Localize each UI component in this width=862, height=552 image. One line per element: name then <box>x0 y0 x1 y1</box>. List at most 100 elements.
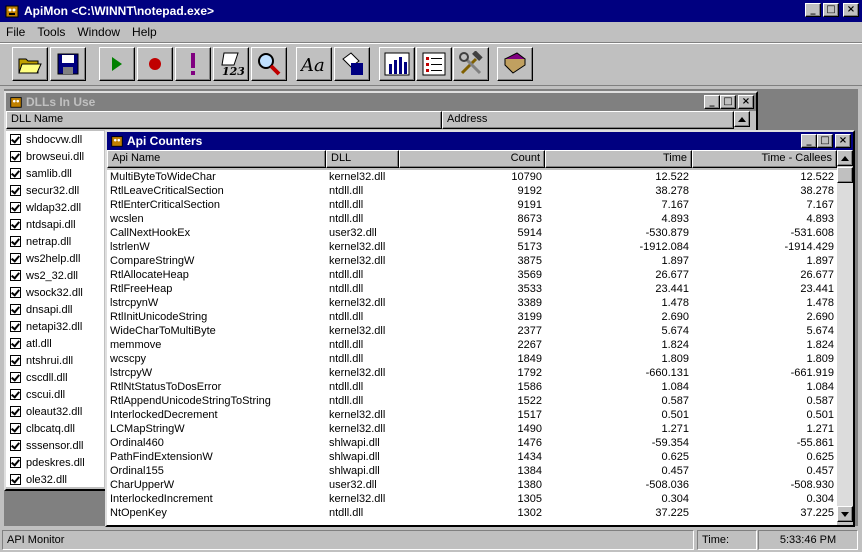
api-minimize-button[interactable]: _ <box>801 134 817 148</box>
table-row[interactable]: InterlockedIncrement kernel32.dll 1305 0.30… <box>107 493 837 507</box>
scroll-down-button[interactable] <box>837 506 853 522</box>
table-row[interactable]: CallNextHookEx user32.dll 5914 -530.879 -531… <box>107 227 837 241</box>
api-close-button[interactable]: × <box>835 134 851 148</box>
dll-checkbox[interactable] <box>10 406 21 417</box>
dll-checkbox[interactable] <box>10 270 21 281</box>
run-button[interactable] <box>99 47 135 81</box>
dll-list-item[interactable]: secur32.dll <box>6 182 104 199</box>
api-maximize-button[interactable]: □ <box>817 134 833 148</box>
list-button[interactable] <box>416 47 452 81</box>
dll-checkbox[interactable] <box>10 253 21 264</box>
dll-list-item[interactable]: pdeskres.dll <box>6 454 104 471</box>
table-row[interactable]: lstrcpyW kernel32.dll 1792 -660.131 -661.919 <box>107 367 837 381</box>
table-row[interactable]: NtOpenKey ntdll.dll 1302 37.225 37.225 <box>107 507 837 521</box>
scroll-track[interactable] <box>837 183 853 506</box>
table-row[interactable]: lstrcpynW kernel32.dll 3389 1.478 1.478 <box>107 297 837 311</box>
main-title-bar[interactable]: ApiMon <C:\WINNT\notepad.exe> _ □ × <box>0 0 862 22</box>
scroll-thumb[interactable] <box>837 167 853 183</box>
col-address[interactable]: Address <box>442 111 734 129</box>
dll-checkbox[interactable] <box>10 287 21 298</box>
menu-file[interactable]: File <box>6 25 25 39</box>
col-dll[interactable]: DLL <box>326 150 399 168</box>
dll-list-item[interactable]: oleaut32.dll <box>6 403 104 420</box>
table-row[interactable]: LCMapStringW kernel32.dll 1490 1.271 1.271 <box>107 423 837 437</box>
col-dll-name[interactable]: DLL Name <box>6 111 442 129</box>
api-counters-window[interactable]: Api Counters _ □ × Api Name DLL Count Ti… <box>105 130 855 527</box>
dlls-scroll-up-button[interactable] <box>734 111 750 127</box>
book-button[interactable] <box>497 47 533 81</box>
dll-checkbox[interactable] <box>10 457 21 468</box>
table-row[interactable]: memmove ntdll.dll 2267 1.824 1.824 <box>107 339 837 353</box>
save-button[interactable] <box>50 47 86 81</box>
minimize-button[interactable]: _ <box>805 3 821 17</box>
table-row[interactable]: PathFindExtensionW shlwapi.dll 1434 0.625 0.… <box>107 451 837 465</box>
table-row[interactable]: CompareStringW kernel32.dll 3875 1.897 1.897 <box>107 255 837 269</box>
dll-checkbox[interactable] <box>10 168 21 179</box>
dll-list-item[interactable]: samlib.dll <box>6 165 104 182</box>
counter-button[interactable]: 123 <box>213 47 249 81</box>
table-row[interactable]: RtlAllocateHeap ntdll.dll 3569 26.677 26.677 <box>107 269 837 283</box>
maximize-button[interactable]: □ <box>823 3 839 17</box>
dll-checkbox[interactable] <box>10 355 21 366</box>
col-count[interactable]: Count <box>399 150 545 168</box>
table-row[interactable]: RtlInitUnicodeString ntdll.dll 3199 2.690 2.… <box>107 311 837 325</box>
dll-list-item[interactable]: ws2_32.dll <box>6 267 104 284</box>
dll-checkbox[interactable] <box>10 304 21 315</box>
font-button[interactable]: Aa <box>296 47 332 81</box>
col-time-callees[interactable]: Time - Callees <box>692 150 837 168</box>
dll-list-item[interactable]: ntdsapi.dll <box>6 216 104 233</box>
menu-tools[interactable]: Tools <box>37 25 65 39</box>
api-title-bar[interactable]: Api Counters _ □ × <box>107 132 853 150</box>
dlls-title-bar[interactable]: DLLs In Use _ □ × <box>6 93 756 111</box>
table-row[interactable]: RtlNtStatusToDosError ntdll.dll 1586 1.084 1… <box>107 381 837 395</box>
dll-list-item[interactable]: atl.dll <box>6 335 104 352</box>
table-row[interactable]: RtlLeaveCriticalSection ntdll.dll 9192 38.2… <box>107 185 837 199</box>
open-button[interactable] <box>12 47 48 81</box>
dll-checkbox[interactable] <box>10 321 21 332</box>
col-time[interactable]: Time <box>545 150 692 168</box>
dll-list-item[interactable]: netrap.dll <box>6 233 104 250</box>
col-api-name[interactable]: Api Name <box>107 150 326 168</box>
dll-list-item[interactable]: clbcatq.dll <box>6 420 104 437</box>
dll-checkbox[interactable] <box>10 389 21 400</box>
dll-checkbox[interactable] <box>10 236 21 247</box>
close-button[interactable]: × <box>843 3 859 17</box>
record-button[interactable] <box>137 47 173 81</box>
dlls-close-button[interactable]: × <box>738 95 754 109</box>
paint-button[interactable] <box>334 47 370 81</box>
table-row[interactable]: RtlEnterCriticalSection ntdll.dll 9191 7.16… <box>107 199 837 213</box>
dlls-maximize-button[interactable]: □ <box>720 95 736 109</box>
dll-list-item[interactable]: wsock32.dll <box>6 284 104 301</box>
dll-checkbox[interactable] <box>10 372 21 383</box>
menu-help[interactable]: Help <box>132 25 157 39</box>
table-row[interactable]: lstrlenW kernel32.dll 5173 -1912.084 -1914.4… <box>107 241 837 255</box>
dll-list-item[interactable]: dnsapi.dll <box>6 301 104 318</box>
dll-checkbox[interactable] <box>10 151 21 162</box>
table-row[interactable]: CharUpperW user32.dll 1380 -508.036 -508.930 <box>107 479 837 493</box>
dll-checkbox[interactable] <box>10 474 21 485</box>
dll-checkbox[interactable] <box>10 338 21 349</box>
dll-checkbox[interactable] <box>10 219 21 230</box>
dll-list-item[interactable]: browseui.dll <box>6 148 104 165</box>
tools-button[interactable] <box>453 47 489 81</box>
dll-checkbox[interactable] <box>10 202 21 213</box>
table-row[interactable]: MultiByteToWideChar kernel32.dll 10790 12.5… <box>107 171 837 185</box>
table-row[interactable]: WideCharToMultiByte kernel32.dll 2377 5.674… <box>107 325 837 339</box>
dll-list-item[interactable]: shdocvw.dll <box>6 131 104 148</box>
dll-list-item[interactable]: ole32.dll <box>6 471 104 488</box>
dll-list-item[interactable]: netapi32.dll <box>6 318 104 335</box>
table-row[interactable]: Ordinal460 shlwapi.dll 1476 -59.354 -55.861 <box>107 437 837 451</box>
table-row[interactable]: wcslen ntdll.dll 8673 4.893 4.893 <box>107 213 837 227</box>
dll-list-item[interactable]: wldap32.dll <box>6 199 104 216</box>
table-row[interactable]: RtlFreeHeap ntdll.dll 3533 23.441 23.441 <box>107 283 837 297</box>
dlls-minimize-button[interactable]: _ <box>704 95 720 109</box>
dll-list-item[interactable]: sssensor.dll <box>6 437 104 454</box>
dll-checkbox[interactable] <box>10 423 21 434</box>
dll-list-item[interactable]: ntshrui.dll <box>6 352 104 369</box>
menu-window[interactable]: Window <box>77 25 120 39</box>
graph-button[interactable] <box>379 47 415 81</box>
dll-list-item[interactable]: cscdll.dll <box>6 369 104 386</box>
dll-checkbox[interactable] <box>10 185 21 196</box>
dll-list-item[interactable]: cscui.dll <box>6 386 104 403</box>
api-vertical-scrollbar[interactable] <box>837 150 853 525</box>
